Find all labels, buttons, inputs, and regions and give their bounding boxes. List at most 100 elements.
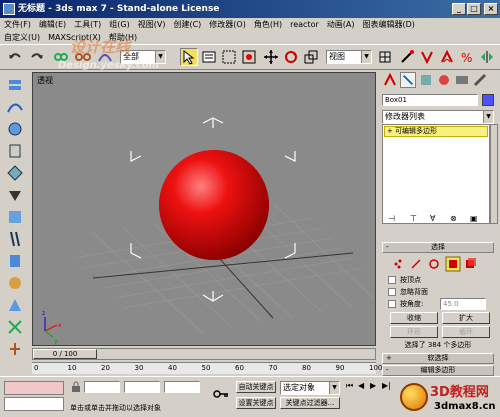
modifier-stack[interactable]: + 可编辑多边形	[382, 124, 490, 224]
maxscript-listener-output[interactable]	[4, 397, 64, 411]
menu-tools[interactable]: 工具(T)	[70, 18, 105, 32]
menu-edit[interactable]: 编辑(E)	[35, 18, 70, 32]
pin-stack-icon[interactable]: ⊣	[388, 214, 395, 223]
menu-customize[interactable]: 自定义(U)	[0, 32, 44, 44]
tools-icon[interactable]	[6, 318, 24, 336]
modifier-list-dropdown[interactable]: 修改器列表 ▼	[382, 110, 494, 124]
hierarchy-tab-icon[interactable]	[418, 72, 434, 88]
remove-modifier-icon[interactable]: ⊗	[450, 214, 457, 223]
set-key-button[interactable]: 设置关键点	[236, 397, 276, 409]
x-coordinate-field[interactable]	[84, 381, 120, 393]
configure-sets-icon[interactable]: ▣	[470, 214, 478, 223]
element-level-icon[interactable]	[466, 258, 476, 268]
menu-character[interactable]: 角色(H)	[250, 18, 286, 32]
layer-manager-icon[interactable]	[6, 76, 24, 94]
loop-button[interactable]: 循环	[442, 326, 490, 338]
angle-snap-icon[interactable]	[438, 48, 456, 66]
time-slider-thumb[interactable]: 0 / 100	[33, 349, 97, 359]
chevron-down-icon: ▼	[483, 111, 493, 123]
time-slider[interactable]: 0 / 100	[32, 348, 376, 360]
menu-animation[interactable]: 动画(A)	[323, 18, 359, 32]
vertex-level-icon[interactable]	[394, 259, 402, 269]
select-and-move-icon[interactable]	[262, 48, 280, 66]
menu-reactor[interactable]: reactor	[286, 18, 323, 32]
curve-editor-icon[interactable]	[6, 98, 24, 116]
edge-level-icon[interactable]	[411, 259, 421, 269]
lock-icon[interactable]	[70, 381, 82, 393]
angle-value-field[interactable]: 45.0	[440, 298, 486, 310]
display-tab-icon[interactable]	[454, 72, 470, 88]
z-coordinate-field[interactable]	[164, 381, 200, 393]
redo-icon[interactable]	[28, 48, 46, 66]
utilities-tab-icon[interactable]	[472, 72, 488, 88]
expand-plus-icon[interactable]: +	[387, 127, 393, 136]
polygon-level-icon[interactable]	[445, 256, 461, 272]
modify-tab-icon[interactable]	[400, 72, 416, 88]
minimize-button[interactable]: _	[452, 3, 466, 15]
menu-create[interactable]: 创建(C)	[169, 18, 205, 32]
reference-coordinate-dropdown[interactable]: 视图 ▼	[326, 50, 372, 64]
next-frame-icon[interactable]: ▶|	[382, 381, 391, 390]
auto-key-button[interactable]: 自动关键点	[236, 381, 276, 393]
video-post-icon[interactable]	[6, 274, 24, 292]
percent-snap-icon[interactable]: %	[458, 48, 476, 66]
select-and-rotate-icon[interactable]	[282, 48, 300, 66]
ignore-backfacing-checkbox[interactable]	[388, 288, 396, 296]
play-icon[interactable]: ▶	[370, 381, 376, 390]
object-name-field[interactable]: Box01	[382, 94, 478, 106]
undo-icon[interactable]	[6, 48, 24, 66]
key-filter-dropdown[interactable]: 选定对象 ▼	[280, 381, 340, 395]
maximize-button[interactable]: □	[467, 3, 481, 15]
object-color-swatch[interactable]	[482, 94, 494, 106]
ring-button[interactable]: 环形	[390, 326, 438, 338]
render-scene-icon[interactable]	[6, 164, 24, 182]
rollout-edit-polygons-header[interactable]: - 编辑多边形	[382, 365, 494, 376]
hierarchy-icon[interactable]	[6, 340, 24, 358]
grow-button[interactable]: 扩大	[442, 312, 490, 324]
logo-sphere-icon	[400, 383, 428, 411]
snap-toggle-icon[interactable]	[418, 48, 436, 66]
by-vertex-checkbox[interactable]	[388, 276, 396, 284]
effects-icon[interactable]	[6, 252, 24, 270]
select-and-scale-icon[interactable]	[302, 48, 320, 66]
key-icon[interactable]	[212, 387, 230, 401]
select-by-name-icon[interactable]	[200, 48, 218, 66]
go-to-start-icon[interactable]: ⏮	[346, 381, 353, 391]
window-crossing-icon[interactable]	[240, 48, 258, 66]
by-angle-checkbox[interactable]	[388, 300, 396, 308]
material-editor-icon[interactable]	[6, 142, 24, 160]
quick-render-icon[interactable]	[6, 186, 24, 204]
y-coordinate-field[interactable]	[124, 381, 160, 393]
schematic-view-icon[interactable]	[6, 120, 24, 138]
menu-group[interactable]: 组(G)	[105, 18, 133, 32]
shrink-button[interactable]: 收缩	[390, 312, 438, 324]
mirror-icon[interactable]	[478, 48, 496, 66]
app-icon[interactable]	[3, 3, 15, 15]
rectangular-selection-icon[interactable]	[220, 48, 238, 66]
menu-file[interactable]: 文件(F)	[0, 18, 35, 32]
previous-frame-icon[interactable]: ◀	[358, 381, 364, 390]
environment-icon[interactable]	[6, 230, 24, 248]
maxscript-listener-field[interactable]	[4, 381, 64, 395]
stack-scrollbar[interactable]	[490, 124, 498, 224]
create-tab-icon[interactable]	[382, 72, 398, 88]
rollout-soft-selection-header[interactable]: + 软选择	[382, 353, 494, 364]
key-filters-button[interactable]: 关键点过滤器...	[280, 397, 340, 409]
menu-views[interactable]: 视图(V)	[134, 18, 170, 32]
asset-browser-icon[interactable]	[6, 296, 24, 314]
rollout-selection-header[interactable]: - 选择	[382, 242, 494, 253]
menu-modifiers[interactable]: 修改器(O)	[205, 18, 250, 32]
select-and-manipulate-icon[interactable]	[398, 48, 416, 66]
perspective-viewport[interactable]: 透视 x z y	[32, 72, 376, 346]
select-object-icon[interactable]	[180, 48, 198, 66]
motion-tab-icon[interactable]	[436, 72, 452, 88]
track-bar[interactable]: 0 10 20 30 40 50 60 70 80 90 100	[32, 362, 382, 374]
border-level-icon[interactable]	[429, 259, 439, 269]
pivot-center-icon[interactable]	[376, 48, 394, 66]
active-shade-icon[interactable]	[6, 208, 24, 226]
close-button[interactable]: ×	[484, 3, 498, 15]
show-end-result-icon[interactable]: ⊤	[410, 214, 417, 223]
menu-graph-editors[interactable]: 图表编辑器(D)	[358, 18, 418, 32]
stack-item-editable-poly[interactable]: + 可编辑多边形	[384, 126, 488, 137]
make-unique-icon[interactable]: ∀	[430, 214, 435, 223]
